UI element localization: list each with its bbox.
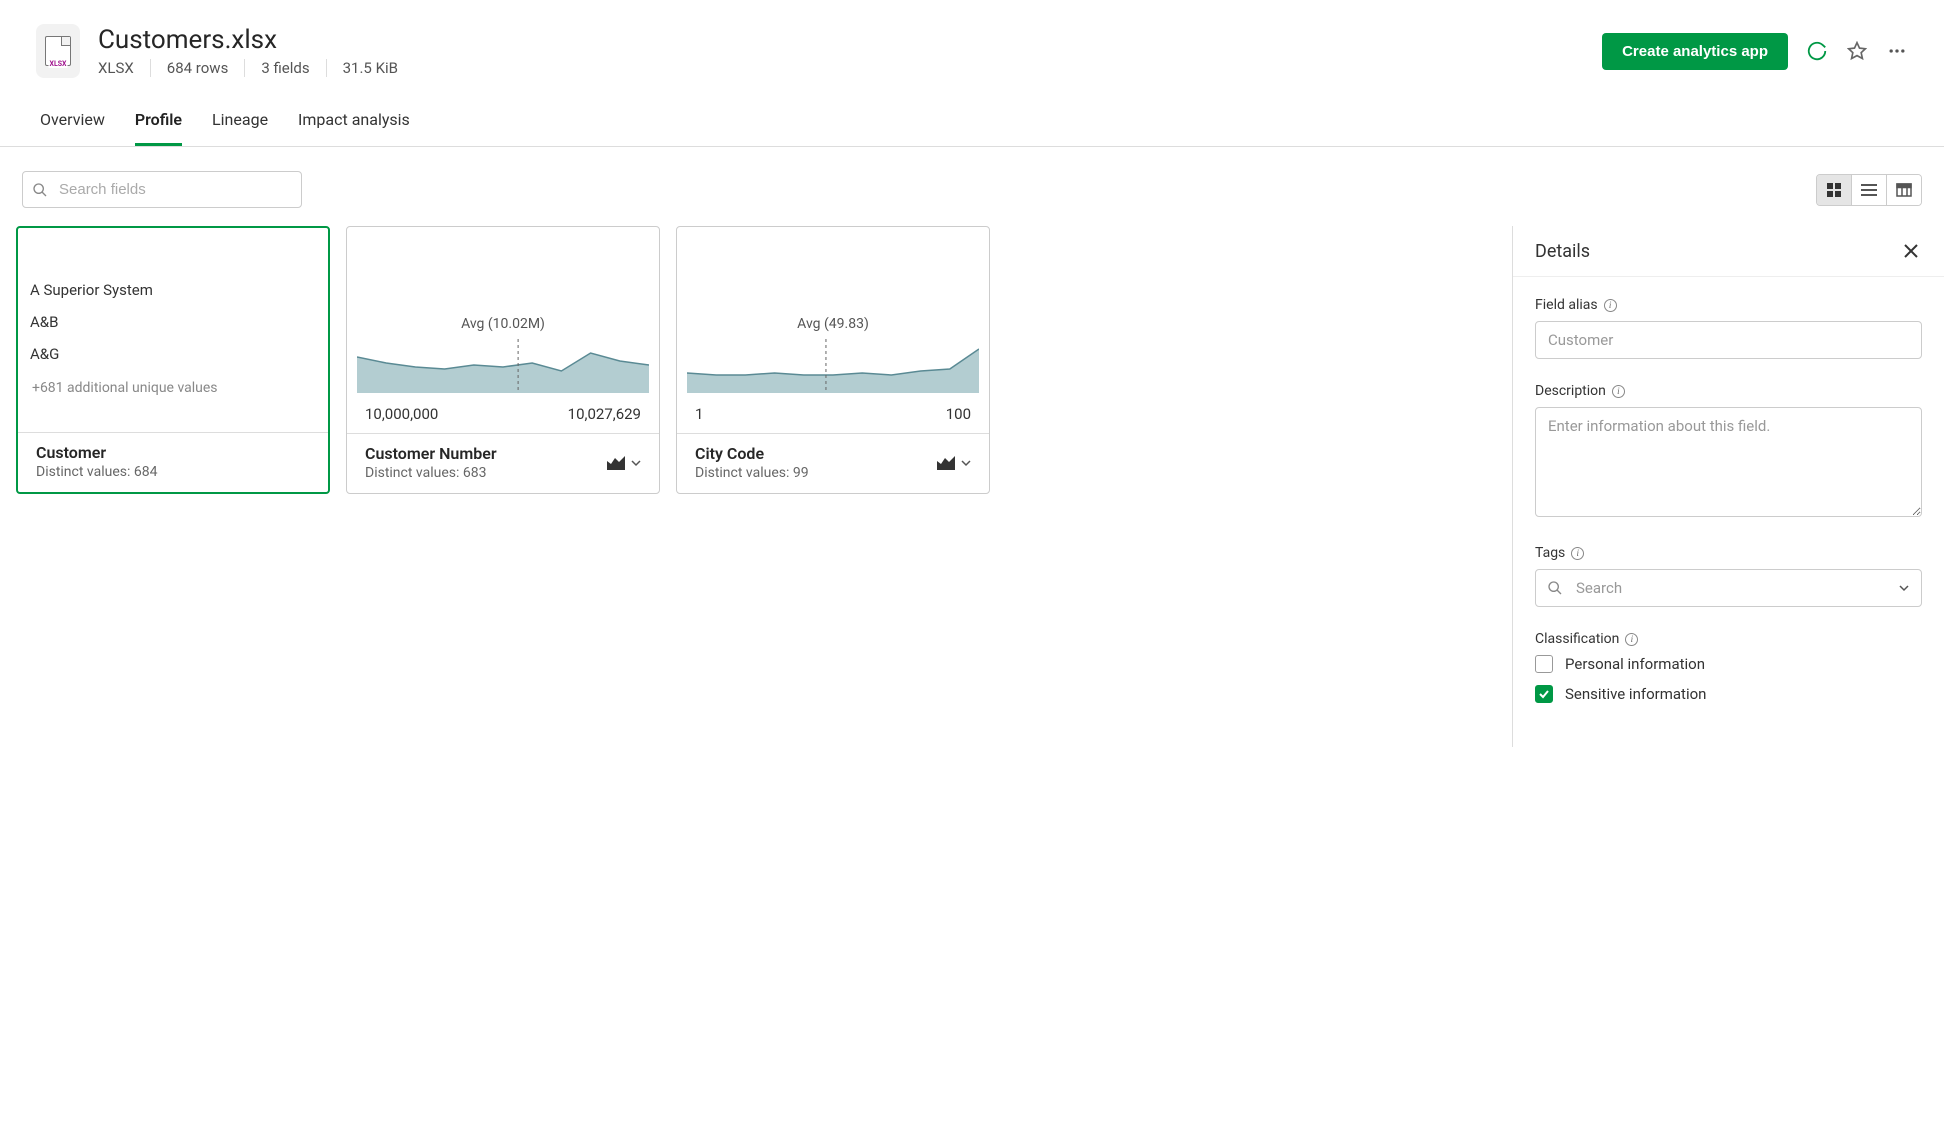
tags-input[interactable] [1535,569,1922,607]
field-count: 3 fields [261,59,326,77]
field-card-city-code[interactable]: Avg (49.83) 1 100 City Code Distinct val… [676,226,990,494]
row-count: 684 rows [167,59,246,77]
field-name: Customer [36,443,157,462]
grid-view-button[interactable] [1817,175,1852,205]
search-fields-box [22,171,302,208]
chevron-down-icon[interactable] [1898,582,1910,594]
range-min: 1 [695,405,703,423]
file-icon: XLSX [36,24,80,78]
chevron-down-icon [631,458,641,468]
search-fields-input[interactable] [22,171,302,208]
field-name: City Code [695,444,809,463]
header-title-block: Customers.xlsx XLSX 684 rows 3 fields 31… [98,25,1584,77]
info-icon[interactable]: i [1571,547,1584,560]
view-toggle [1816,174,1922,206]
info-icon[interactable]: i [1625,633,1638,646]
file-type: XLSX [98,59,151,77]
tab-profile[interactable]: Profile [135,100,182,146]
sample-value: A&G [30,338,316,370]
refresh-icon[interactable] [1806,40,1828,62]
search-icon [32,182,48,198]
field-name: Customer Number [365,444,497,463]
tags-label: Tags [1535,545,1565,561]
field-card-customer-number[interactable]: Avg (10.02M) 10,000,000 10,027,629 Custo… [346,226,660,494]
checkbox-label: Sensitive information [1565,685,1706,703]
avg-label: Avg (49.83) [687,316,979,332]
personal-info-checkbox[interactable] [1535,655,1553,673]
list-view-button[interactable] [1852,175,1887,205]
distinct-count: Distinct values: 683 [365,465,497,481]
distribution-chart [357,335,649,393]
table-view-button[interactable] [1887,175,1921,205]
close-icon[interactable] [1900,240,1922,262]
sample-value: A&B [30,306,316,338]
sensitive-info-checkbox[interactable] [1535,685,1553,703]
area-chart-icon [937,456,955,470]
tab-impact-analysis[interactable]: Impact analysis [298,100,410,146]
more-values-label: +681 additional unique values [30,370,316,406]
field-alias-label: Field alias [1535,297,1598,313]
tab-lineage[interactable]: Lineage [212,100,268,146]
range-max: 100 [946,405,971,423]
range-min: 10,000,000 [365,405,438,423]
range-max: 10,027,629 [568,405,641,423]
description-input[interactable] [1535,407,1922,517]
chart-type-toggle[interactable] [607,456,641,470]
description-label: Description [1535,383,1606,399]
chevron-down-icon [961,458,971,468]
more-options-icon[interactable] [1886,40,1908,62]
field-card-customer[interactable]: A Superior System A&B A&G +681 additiona… [16,226,330,494]
tabs: Overview Profile Lineage Impact analysis [0,100,1944,147]
search-icon [1547,580,1563,596]
field-alias-input[interactable] [1535,321,1922,359]
file-size: 31.5 KiB [343,59,398,77]
area-chart-icon [607,456,625,470]
favorite-star-icon[interactable] [1846,40,1868,62]
sample-value: A Superior System [30,274,316,306]
page-title: Customers.xlsx [98,25,1584,55]
file-meta: XLSX 684 rows 3 fields 31.5 KiB [98,59,1584,77]
create-analytics-app-button[interactable]: Create analytics app [1602,33,1788,70]
distinct-count: Distinct values: 684 [36,464,157,480]
avg-label: Avg (10.02M) [357,316,649,332]
info-icon[interactable]: i [1604,299,1617,312]
distinct-count: Distinct values: 99 [695,465,809,481]
checkbox-label: Personal information [1565,655,1705,673]
chart-type-toggle[interactable] [937,456,971,470]
tab-overview[interactable]: Overview [40,100,105,146]
details-title: Details [1535,241,1590,262]
info-icon[interactable]: i [1612,385,1625,398]
distribution-chart [687,335,979,393]
classification-label: Classification [1535,631,1619,647]
details-panel: Details Field alias i Description i [1512,226,1944,747]
